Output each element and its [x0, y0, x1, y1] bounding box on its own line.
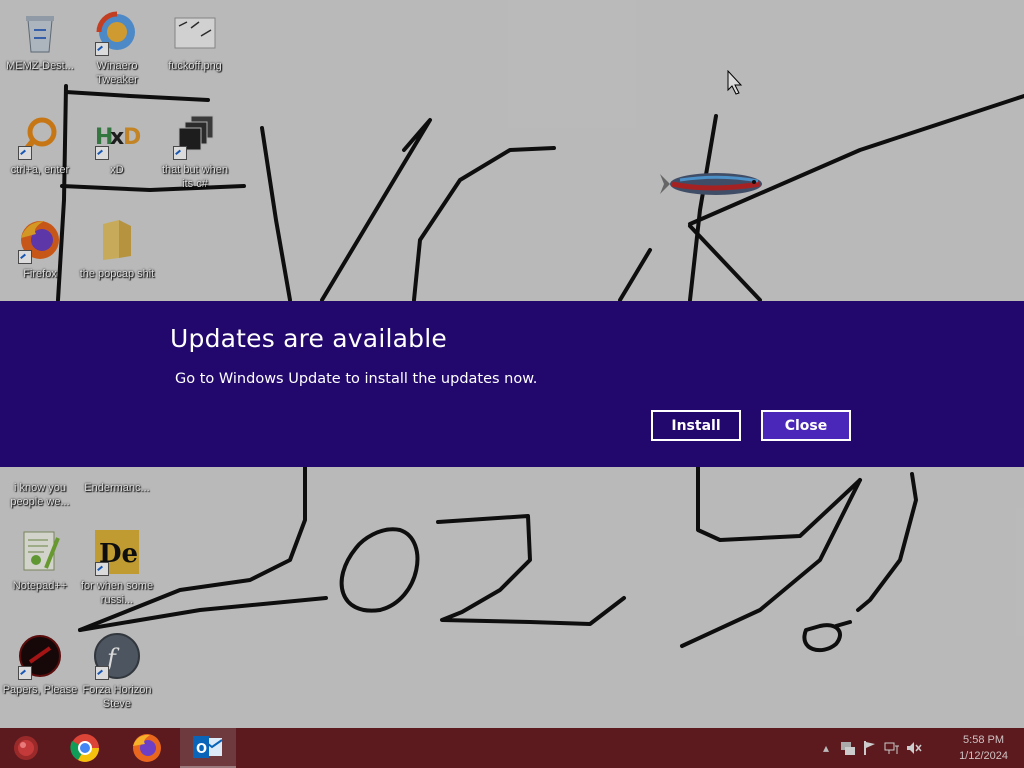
firefox-icon: [133, 734, 161, 762]
desktop-icon-winaero[interactable]: Winaero Tweaker: [77, 8, 157, 87]
flash-icon: f: [93, 632, 141, 680]
desktop-icon-label: Winaero Tweaker: [96, 60, 138, 86]
desktop-icon-notepad-plus-plus[interactable]: Notepad++: [0, 528, 80, 593]
update-notification-banner: Updates are available Go to Windows Upda…: [0, 301, 1024, 467]
volume-muted-icon[interactable]: [906, 740, 922, 756]
svg-text:D: D: [123, 125, 141, 150]
folder-icon: [93, 216, 141, 264]
winaero-icon: [93, 8, 141, 56]
hxd-icon: HxD: [93, 112, 141, 160]
notification-title: Updates are available: [170, 324, 447, 353]
desktop-icon-label: fuckoff.png: [168, 60, 222, 72]
de-icon: De: [93, 528, 141, 576]
start-orb-icon: [14, 736, 38, 760]
action-center-flag-icon[interactable]: [862, 740, 878, 756]
close-button[interactable]: Close: [761, 410, 851, 441]
desktop-icon-xd[interactable]: HxD xD: [77, 112, 157, 177]
desktop-icon-russian[interactable]: De for when some russi...: [77, 528, 157, 607]
stacked-windows-icon: [171, 112, 219, 160]
taskbar: O ▴ 5:58 PM 1/12/2024: [0, 728, 1024, 768]
desktop-icon-label: MEMZ-Dest...: [6, 60, 74, 72]
outlook-icon: O: [193, 736, 223, 758]
desktop-icon-fuckoff-png[interactable]: fuckoff.png: [155, 8, 235, 73]
taskbar-outlook[interactable]: O: [180, 728, 236, 768]
start-button[interactable]: [0, 728, 52, 768]
show-hidden-icons-chevron[interactable]: ▴: [818, 740, 834, 756]
desktop-icon-label: for when some russi...: [80, 580, 154, 606]
desktop-icon-papers-please[interactable]: Papers, Please: [0, 632, 80, 697]
network-icon[interactable]: [884, 740, 900, 756]
clock-date: 1/12/2024: [959, 750, 1008, 762]
desktop-icon-ctrl-a-enter[interactable]: ctrl+a, enter: [0, 112, 80, 177]
magnifier-icon: [16, 112, 64, 160]
network-adapter-icon[interactable]: [840, 740, 856, 756]
taskbar-chrome[interactable]: [57, 728, 113, 768]
recycle-bin-icon: [16, 8, 64, 56]
notepad-plus-plus-icon: [16, 528, 64, 576]
desktop-icon-label: Forza Horizon Steve: [82, 684, 152, 710]
taskbar-clock[interactable]: 5:58 PM 1/12/2024: [959, 732, 1008, 764]
desktop-icon-label: ctrl+a, enter: [10, 164, 70, 176]
system-tray: ▴ 5:58 PM 1/12/2024: [804, 728, 1024, 768]
mouse-cursor: [727, 70, 743, 95]
desktop-icon-popcap-folder[interactable]: the popcap shit: [77, 216, 157, 281]
firefox-icon: [16, 216, 64, 264]
desktop-icon-label: Firefox: [23, 268, 57, 280]
svg-text:O: O: [196, 742, 207, 757]
image-file-icon: [171, 8, 219, 56]
desktop-icon-csharp[interactable]: that but when its c#: [155, 112, 235, 191]
desktop-icon-forza[interactable]: f Forza Horizon Steve: [77, 632, 157, 711]
fish-sprite: [660, 173, 762, 195]
taskbar-firefox[interactable]: [119, 728, 175, 768]
papers-please-icon: [16, 632, 64, 680]
desktop-icon-label: Papers, Please: [2, 684, 78, 696]
desktop-icon-label: that but when its c#: [161, 164, 229, 190]
desktop-icon-firefox[interactable]: Firefox: [0, 216, 80, 281]
notification-message: Go to Windows Update to install the upda…: [175, 371, 538, 387]
clock-time: 5:58 PM: [963, 734, 1005, 746]
install-button[interactable]: Install: [651, 410, 741, 441]
desktop-icon-label: xD: [110, 164, 124, 176]
desktop-icon-label: Endermanc...: [84, 482, 150, 494]
desktop-icon-label: Notepad++: [12, 580, 68, 592]
desktop-icon-label: i know you people we...: [10, 482, 70, 508]
chrome-icon: [70, 734, 99, 762]
desktop-icon-label: the popcap shit: [79, 268, 155, 280]
desktop-icon-memz[interactable]: MEMZ-Dest...: [0, 8, 80, 73]
